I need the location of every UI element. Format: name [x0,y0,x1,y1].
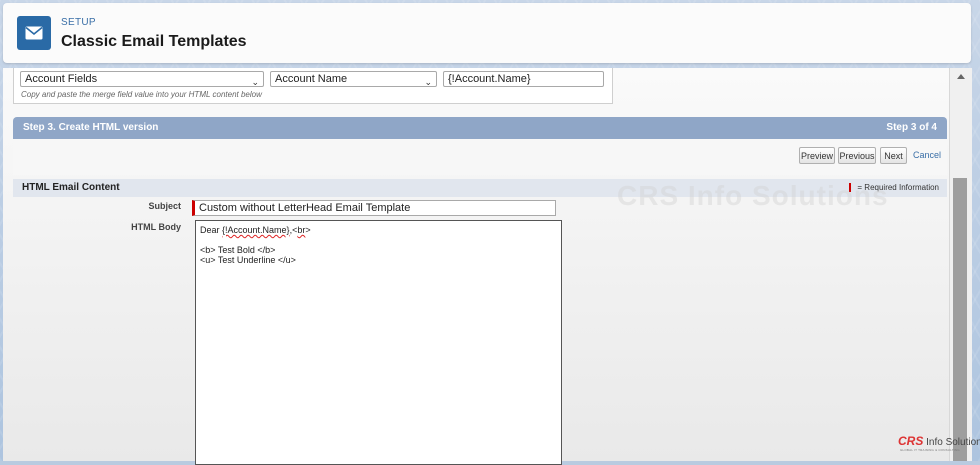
subject-input[interactable]: Custom without LetterHead Email Template [192,200,556,216]
body-text: Dear [200,225,223,235]
field-name-value: Account Name [275,73,348,85]
html-body-label: HTML Body [131,222,181,232]
body-line-3: <b> Test Bold </b> [200,245,276,255]
merge-value-text: {!Account.Name} [448,73,531,85]
body-text: > [305,225,311,235]
preview-button[interactable]: Preview [799,147,835,164]
next-button[interactable]: Next [880,147,907,164]
merge-field-panel: Account Fields ⌄ Account Name ⌄ {!Accoun… [13,68,613,104]
button-row: Preview Previous Next Cancel [13,139,947,175]
logo-rest: Info Solutions [926,437,980,448]
field-type-value: Account Fields [25,73,98,85]
body-line-1: Dear {!Account.Name},<br> [200,225,557,235]
cancel-link[interactable]: Cancel [913,150,941,160]
chevron-down-icon: ⌄ [251,77,259,87]
chevron-down-icon: ⌄ [424,77,432,87]
section-title: HTML Email Content [22,182,120,193]
logo-tagline: GLOBAL IT TRAINING & CONSULTING [900,448,960,452]
field-type-select[interactable]: Account Fields ⌄ [20,71,264,87]
vertical-scrollbar[interactable] [949,68,972,461]
html-body-textarea[interactable]: Dear {!Account.Name},<br> <b> Test Bold … [195,220,562,465]
merge-value-field[interactable]: {!Account.Name} [443,71,604,87]
header-kicker: SETUP [61,17,96,28]
logo-brand: CRS [898,434,924,448]
subject-label: Subject [148,201,181,211]
step-header: Step 3. Create HTML version Step 3 of 4 [13,117,947,139]
body-line-2 [200,235,557,245]
scroll-thumb[interactable] [953,178,967,461]
body-merge-field: {!Account.Name} [222,225,290,235]
body-line-4: <u> Test Underline </u> [200,255,296,265]
field-name-select[interactable]: Account Name ⌄ [270,71,437,87]
envelope-icon [17,16,51,50]
watermark: CRS Info Solutions [617,180,889,211]
page-header: SETUP Classic Email Templates [3,3,971,63]
main-content: Account Fields ⌄ Account Name ⌄ {!Accoun… [3,68,949,465]
step-count: Step 3 of 4 [886,122,937,133]
previous-button[interactable]: Previous [838,147,876,164]
page-title: Classic Email Templates [61,33,247,50]
step-title: Step 3. Create HTML version [23,122,159,133]
merge-hint: Copy and paste the merge field value int… [21,90,262,99]
scroll-up-arrow-icon[interactable] [957,74,965,79]
subject-value: Custom without LetterHead Email Template [199,202,411,214]
crs-logo: CRS Info Solutions GLOBAL IT TRAINING & … [898,434,980,452]
